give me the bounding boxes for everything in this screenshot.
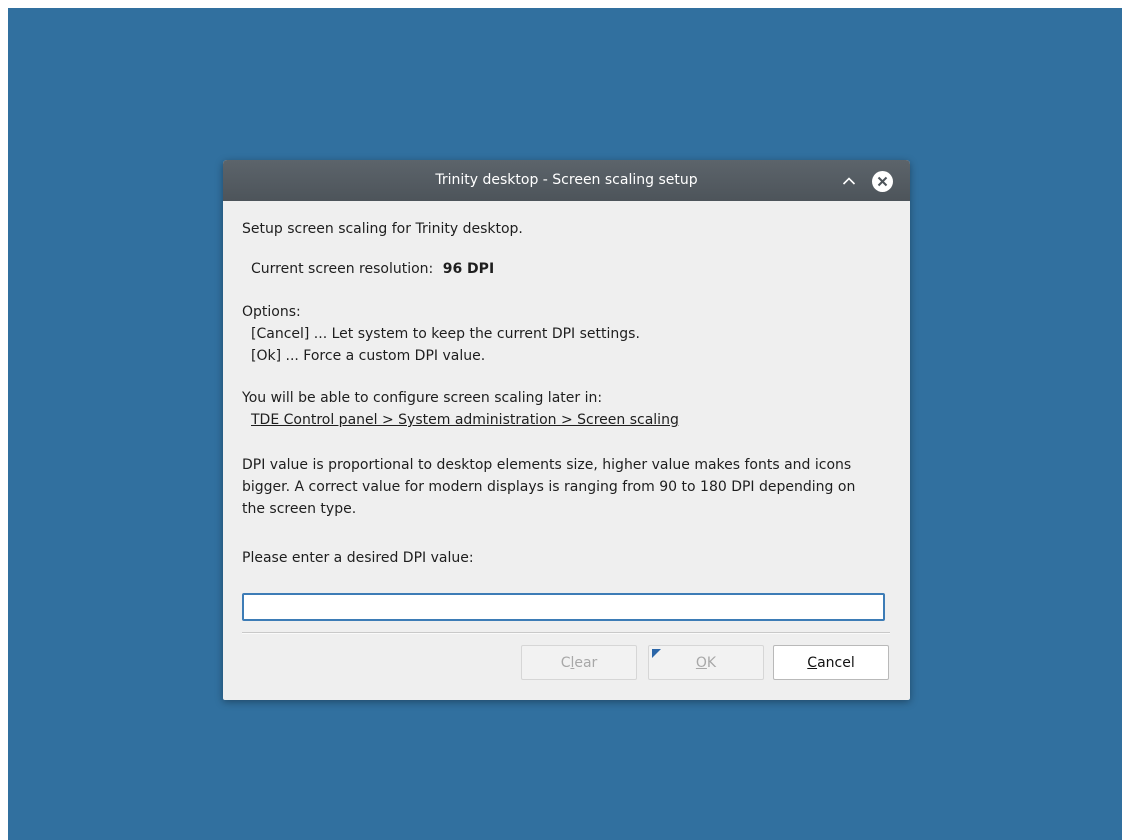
clear-button[interactable]: Cl ear [521,645,637,680]
default-button-marker [652,649,661,658]
cancel-label-post: ancel [817,654,855,671]
resolution-value: 96 DPI [442,261,495,277]
clear-label-pre: C [560,654,571,671]
resolution-label: Current screen resolution: [251,261,434,277]
control-panel-link[interactable]: TDE Control panel > System administratio… [251,412,679,428]
dpi-prompt-label: Please enter a desired DPI value: [242,550,474,566]
ok-label-post: K [706,654,717,671]
shade-button[interactable] [837,169,861,193]
ok-button[interactable]: OK [648,645,764,680]
cancel-button[interactable]: Cancel [773,645,889,680]
screen-scaling-dialog: Trinity desktop - Screen scaling setup S… [223,160,910,700]
close-button[interactable] [870,169,894,193]
window-title: Trinity desktop - Screen scaling setup [435,172,698,188]
options-heading: Options: [242,304,301,320]
resolution-row: Current screen resolution: 96 DPI [251,261,494,277]
chevron-up-icon [842,177,856,185]
option-cancel-text: [Cancel] ... Let system to keep the curr… [251,326,640,342]
title-bar[interactable]: Trinity desktop - Screen scaling setup [223,160,910,201]
close-circle-icon [871,170,893,192]
dpi-input[interactable] [242,593,885,621]
option-ok-text: [Ok] ... Force a custom DPI value. [251,348,486,364]
dpi-description: DPI value is proportional to desktop ele… [242,457,856,517]
button-separator [242,632,890,634]
ok-label-mnemonic: O [695,654,707,671]
intro-text: Setup screen scaling for Trinity desktop… [242,221,523,237]
cancel-label-mnemonic: C [807,654,818,671]
configure-later-text: You will be able to configure screen sca… [242,390,603,406]
clear-label-post: ear [574,654,598,671]
